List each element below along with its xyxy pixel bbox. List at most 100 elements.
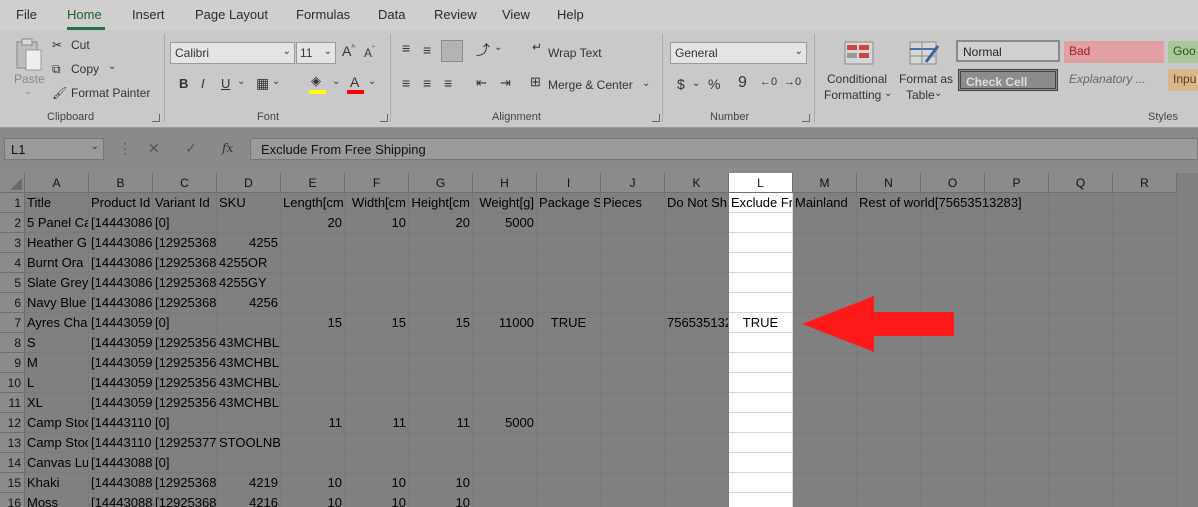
cell-g9[interactable] xyxy=(409,353,473,373)
cell-p16[interactable] xyxy=(985,493,1049,507)
cell-e11[interactable] xyxy=(281,393,345,413)
cell-r14[interactable] xyxy=(1113,453,1177,473)
underline-dropdown-icon[interactable]: ⌄ xyxy=(237,76,245,87)
font-color-icon[interactable]: A xyxy=(350,74,359,90)
cell-d14[interactable] xyxy=(217,453,281,473)
cell-b9[interactable]: [14443059 xyxy=(89,353,153,373)
cell-b4[interactable]: [14443086 xyxy=(89,253,153,273)
cell-j8[interactable] xyxy=(601,333,665,353)
cell-j7[interactable] xyxy=(601,313,665,333)
cell-i11[interactable] xyxy=(537,393,601,413)
cell-h11[interactable] xyxy=(473,393,537,413)
cell-c10[interactable]: [12925356 xyxy=(153,373,217,393)
style-normal[interactable]: Normal xyxy=(956,40,1060,62)
cell-m12[interactable] xyxy=(793,413,857,433)
conditional-formatting-label-2[interactable]: Formatting xyxy=(824,88,881,102)
cell-q3[interactable] xyxy=(1049,233,1113,253)
column-header-a[interactable]: A xyxy=(25,173,89,193)
cell-k1[interactable]: Do Not Sh xyxy=(665,193,729,213)
cell-g15[interactable]: 10 xyxy=(409,473,473,493)
cell-e16[interactable]: 10 xyxy=(281,493,345,507)
format-as-table-label-1[interactable]: Format as xyxy=(899,72,953,86)
cell-o16[interactable] xyxy=(921,493,985,507)
row-header[interactable]: 12 xyxy=(0,413,25,433)
cell-b12[interactable]: [14443110 xyxy=(89,413,153,433)
tab-home[interactable]: Home xyxy=(67,7,102,22)
cell-d7[interactable] xyxy=(217,313,281,333)
cell-j14[interactable] xyxy=(601,453,665,473)
cell-j9[interactable] xyxy=(601,353,665,373)
tab-data[interactable]: Data xyxy=(378,7,405,22)
cell-g7[interactable]: 15 xyxy=(409,313,473,333)
cell-p9[interactable] xyxy=(985,353,1049,373)
row-header[interactable]: 10 xyxy=(0,373,25,393)
increase-indent-icon[interactable]: ⇥ xyxy=(500,75,511,91)
cell-l11[interactable] xyxy=(729,393,793,413)
cell-c1[interactable]: Variant Id xyxy=(153,193,217,213)
cell-h13[interactable] xyxy=(473,433,537,453)
cell-m15[interactable] xyxy=(793,473,857,493)
align-bottom-icon[interactable] xyxy=(441,40,463,62)
paste-button[interactable]: Paste xyxy=(14,72,45,86)
cell-f3[interactable] xyxy=(345,233,409,253)
cell-h7[interactable]: 11000 xyxy=(473,313,537,333)
font-launcher-icon[interactable] xyxy=(380,114,388,122)
cell-j10[interactable] xyxy=(601,373,665,393)
cell-o5[interactable] xyxy=(921,273,985,293)
cell-a11[interactable]: XL xyxy=(25,393,89,413)
cell-h2[interactable]: 5000 xyxy=(473,213,537,233)
cell-j3[interactable] xyxy=(601,233,665,253)
comma-style-button[interactable]: 9 xyxy=(738,74,747,92)
cell-l3[interactable] xyxy=(729,233,793,253)
cell-j5[interactable] xyxy=(601,273,665,293)
column-header-j[interactable]: J xyxy=(601,173,665,193)
cell-q2[interactable] xyxy=(1049,213,1113,233)
cell-o10[interactable] xyxy=(921,373,985,393)
row-header[interactable]: 6 xyxy=(0,293,25,313)
cell-m10[interactable] xyxy=(793,373,857,393)
cell-k2[interactable] xyxy=(665,213,729,233)
cell-n15[interactable] xyxy=(857,473,921,493)
cell-f7[interactable]: 15 xyxy=(345,313,409,333)
cell-o14[interactable] xyxy=(921,453,985,473)
row-header[interactable]: 5 xyxy=(0,273,25,293)
cell-k4[interactable] xyxy=(665,253,729,273)
cell-e8[interactable] xyxy=(281,333,345,353)
cell-j12[interactable] xyxy=(601,413,665,433)
cell-d9[interactable]: 43MCHBL3 xyxy=(217,353,281,373)
cell-r11[interactable] xyxy=(1113,393,1177,413)
cell-r9[interactable] xyxy=(1113,353,1177,373)
number-format-select[interactable]: General ⌄ xyxy=(670,42,807,64)
cell-q4[interactable] xyxy=(1049,253,1113,273)
column-header-e[interactable]: E xyxy=(281,173,345,193)
cell-q8[interactable] xyxy=(1049,333,1113,353)
cell-o2[interactable] xyxy=(921,213,985,233)
cell-g6[interactable] xyxy=(409,293,473,313)
style-explanatory[interactable]: Explanatory ... xyxy=(1064,69,1164,91)
cell-d16[interactable]: 4216 xyxy=(217,493,281,507)
column-header-o[interactable]: O xyxy=(921,173,985,193)
conditional-formatting-label-1[interactable]: Conditional xyxy=(827,72,887,86)
increase-font-size-icon[interactable]: A^ xyxy=(342,43,355,59)
cell-p3[interactable] xyxy=(985,233,1049,253)
format-as-table-label-2[interactable]: Table xyxy=(906,88,935,102)
cell-n14[interactable] xyxy=(857,453,921,473)
cell-i9[interactable] xyxy=(537,353,601,373)
cell-k9[interactable] xyxy=(665,353,729,373)
cell-f4[interactable] xyxy=(345,253,409,273)
cell-n3[interactable] xyxy=(857,233,921,253)
tab-help[interactable]: Help xyxy=(557,7,584,22)
cell-f9[interactable] xyxy=(345,353,409,373)
cell-c16[interactable]: [12925368 xyxy=(153,493,217,507)
font-name-select[interactable]: Calibri ⌄ xyxy=(170,42,295,64)
cell-e4[interactable] xyxy=(281,253,345,273)
cell-o13[interactable] xyxy=(921,433,985,453)
cell-a9[interactable]: M xyxy=(25,353,89,373)
cell-l4[interactable] xyxy=(729,253,793,273)
cell-c9[interactable]: [12925356 xyxy=(153,353,217,373)
cell-l12[interactable] xyxy=(729,413,793,433)
style-check-cell[interactable]: Check Cell xyxy=(958,69,1058,91)
cell-l14[interactable] xyxy=(729,453,793,473)
cell-g1[interactable]: Height[cm xyxy=(409,193,473,213)
cell-b8[interactable]: [14443059 xyxy=(89,333,153,353)
